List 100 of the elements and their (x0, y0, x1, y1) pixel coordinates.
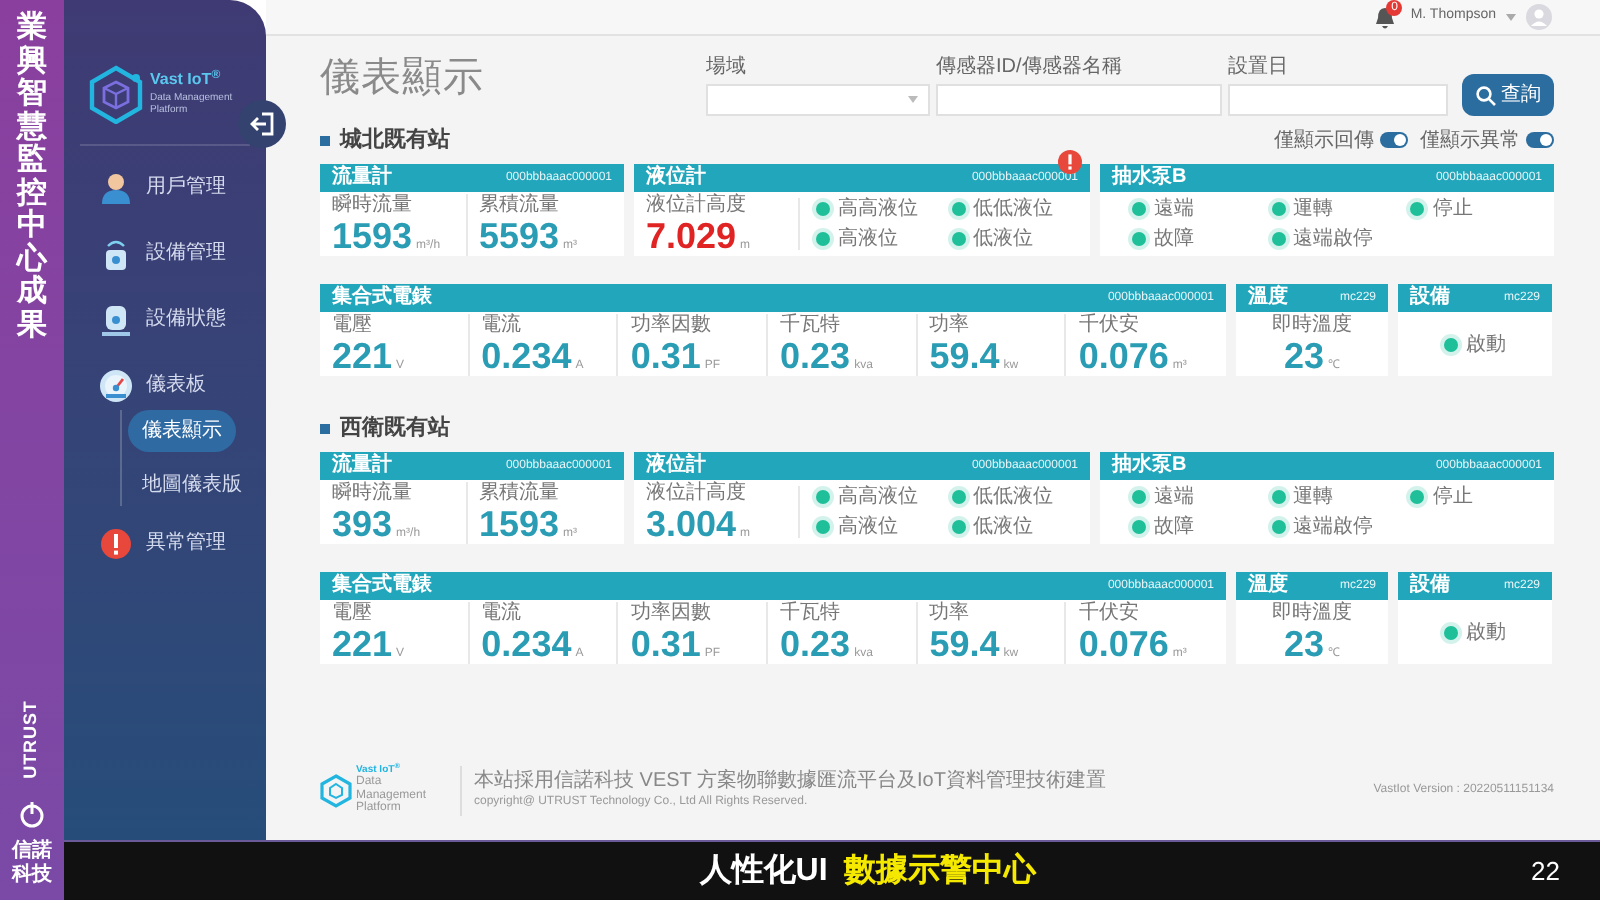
card-title: 流量計 (332, 456, 392, 476)
metric-value: 0.31 (630, 335, 701, 375)
metric-value: 0.23 (780, 623, 851, 663)
page-number: 22 (1531, 853, 1560, 890)
metric-value: 221 (332, 335, 393, 375)
status-label: 遠端啟停 (1293, 516, 1374, 538)
metric-label: 電流 (481, 313, 524, 335)
sidebar-item[interactable]: 設備狀態 (140, 302, 232, 336)
status-label: 停止 (1432, 486, 1473, 508)
status-label: 故障 (1154, 228, 1194, 250)
metric-value: 221 (332, 623, 393, 663)
card-title: 抽水泵B (1112, 456, 1187, 476)
caret-icon (908, 96, 918, 104)
metric-label: 瞬時流量 (332, 481, 414, 503)
footer-notice: 本站採用信諾科技 VEST 方案物聯數據匯流平台及IoT資料管理技術建置 (474, 770, 1106, 795)
metric-label: 累積流量 (479, 193, 561, 215)
metric-label: 即時溫度 (1272, 601, 1352, 623)
metric-value: 23 (1283, 335, 1325, 375)
metric-label: 電壓 (332, 601, 374, 623)
sidebar-item[interactable]: 用戶管理 (140, 170, 232, 204)
card-title: 液位計 (646, 168, 706, 188)
metric-label: 電壓 (332, 313, 374, 335)
company-name: 信諾科技 (12, 840, 52, 888)
toggle-switch[interactable] (1526, 132, 1554, 148)
caption-highlight: 數據示警中心 (843, 850, 1036, 891)
metric-value: 0.076 (1078, 335, 1169, 375)
metric-value: 23 (1283, 623, 1325, 663)
hexagon-logo-icon (320, 774, 352, 809)
sidebar-item[interactable]: 異常管理 (140, 526, 232, 560)
status-label: 故障 (1154, 516, 1194, 538)
metric-value: 0.076 (1078, 623, 1169, 663)
dropdown-field[interactable] (706, 84, 930, 116)
toggle-label: 僅顯示異常 (1420, 127, 1520, 155)
sidebar-item[interactable]: 設備管理 (140, 236, 232, 270)
filter-label: 傳感器ID/傳感器名稱 (936, 56, 1124, 80)
status-label: 運轉 (1293, 486, 1334, 508)
toggle-label: 僅顯示回傳 (1274, 127, 1374, 155)
status-label: 高液位 (838, 516, 898, 538)
device-icon (100, 237, 132, 269)
status-label: 遠端啟停 (1293, 228, 1374, 250)
input-field[interactable] (1228, 84, 1448, 116)
metric-value: 0.23 (780, 335, 851, 375)
status-label: 遠端 (1154, 486, 1194, 508)
logout-icon (250, 112, 274, 136)
card-title: 集合式電錶 (332, 576, 432, 596)
status-label: 運轉 (1293, 198, 1334, 220)
status-label: 高液位 (838, 228, 898, 250)
toggle-switch[interactable] (1380, 132, 1408, 148)
status-label: 啟動 (1466, 621, 1506, 643)
person-icon (100, 171, 132, 203)
search-button[interactable]: 查詢 (1462, 74, 1554, 116)
device-status-icon (100, 303, 132, 335)
sidebar-item[interactable]: 儀表板 (140, 368, 212, 402)
caret-icon (1506, 13, 1516, 21)
status-label: 低液位 (973, 228, 1033, 250)
station-title: 西衛既有站 (340, 413, 450, 444)
card-title: 集合式電錶 (332, 288, 432, 308)
status-label: 高高液位 (838, 198, 918, 220)
brand-name: UTRUST (18, 700, 43, 780)
metric-label: 千瓦特 (780, 601, 843, 623)
metric-label: 電流 (481, 601, 524, 623)
slide-title: 業興智慧監控中心成果 (17, 12, 47, 342)
metric-label: 液位計高度 (646, 193, 748, 215)
metric-label: 累積流量 (479, 481, 561, 503)
metric-value: 1593 (479, 503, 560, 543)
metric-label: 功率 (929, 601, 972, 623)
metric-label: 功率因數 (630, 313, 713, 335)
metric-label: 千伏安 (1078, 313, 1141, 335)
status-label: 遠端 (1154, 198, 1194, 220)
bullet-icon (320, 135, 330, 145)
metric-value: 0.31 (630, 623, 701, 663)
metric-value: 5593 (479, 215, 560, 255)
metric-value: 3.004 (646, 503, 737, 543)
metric-value: 393 (332, 503, 393, 543)
card-title: 液位計 (646, 456, 706, 476)
status-label: 低低液位 (973, 198, 1053, 220)
metric-label: 瞬時流量 (332, 193, 414, 215)
metric-value: 0.234 (481, 335, 572, 375)
alert-icon (100, 527, 132, 559)
card-title: 溫度 (1248, 576, 1288, 596)
sidebar-subitem[interactable]: 儀表顯示 (128, 410, 236, 452)
page-title: 儀表顯示 (320, 54, 484, 104)
status-label: 啟動 (1466, 333, 1506, 355)
filter-label: 場域 (706, 56, 748, 80)
status-label: 低低液位 (973, 486, 1053, 508)
card-title: 設備 (1410, 288, 1450, 308)
card-title: 流量計 (332, 168, 392, 188)
sidebar-subitem[interactable]: 地圖儀表版 (128, 464, 256, 506)
bullet-icon (320, 423, 330, 433)
card-title: 溫度 (1248, 288, 1288, 308)
input-field[interactable] (936, 84, 1222, 116)
status-label: 停止 (1432, 198, 1473, 220)
caption-text: 人性化UI (699, 851, 828, 891)
metric-value: 59.4 (929, 335, 1000, 375)
power-icon (18, 800, 46, 828)
hexagon-logo-icon (88, 64, 144, 124)
card-title: 抽水泵B (1112, 168, 1187, 188)
search-icon (1475, 85, 1495, 105)
metric-label: 功率因數 (630, 601, 713, 623)
station-title: 城北既有站 (340, 125, 450, 156)
